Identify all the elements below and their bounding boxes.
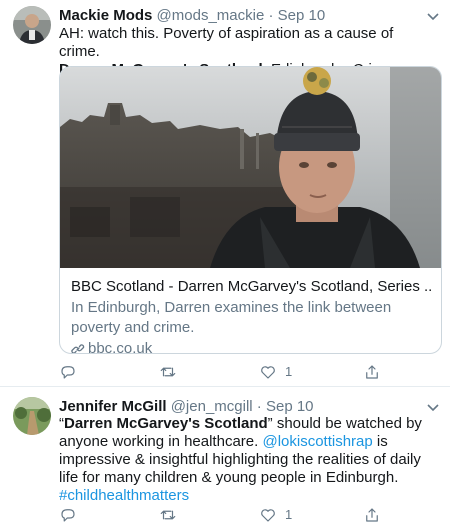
share-button[interactable]	[363, 362, 381, 382]
card-domain-text[interactable]: bbc.co.uk	[88, 339, 152, 353]
tweet-header: Jennifer McGill @jen_mcgill · Sep 10	[59, 397, 420, 417]
card-image[interactable]	[60, 67, 441, 268]
author-handle[interactable]: @jen_mcgill	[171, 398, 253, 415]
author-name[interactable]: Mackie Mods	[59, 7, 152, 24]
retweet-button[interactable]	[159, 505, 177, 525]
reply-icon	[61, 509, 75, 522]
tweet-text: “Darren McGarvey's Scotland” should be w…	[59, 415, 436, 505]
reply-button[interactable]	[59, 362, 77, 382]
like-icon	[261, 366, 275, 379]
chevron-down-icon[interactable]	[426, 9, 440, 23]
tweet-date[interactable]: Sep 10	[278, 7, 326, 24]
like-button[interactable]: 1	[259, 505, 292, 525]
card-title[interactable]: BBC Scotland - Darren McGarvey's Scotlan…	[71, 277, 431, 297]
tweet-date[interactable]: Sep 10	[266, 398, 314, 415]
share-icon	[366, 365, 378, 379]
card-body[interactable]: BBC Scotland - Darren McGarvey's Scotlan…	[71, 277, 431, 353]
avatar[interactable]	[13, 6, 51, 44]
link-card[interactable]: BBC Scotland - Darren McGarvey's Scotlan…	[59, 66, 442, 354]
retweet-icon	[160, 367, 176, 377]
tweet[interactable]: Jennifer McGill @jen_mcgill · Sep 10 “Da…	[0, 388, 450, 532]
tweet-actions: 1	[59, 505, 399, 525]
like-button[interactable]: 1	[259, 362, 292, 382]
share-icon	[366, 508, 378, 522]
tweet-actions: 1	[59, 362, 399, 382]
link-icon	[71, 344, 85, 353]
retweet-icon	[160, 510, 176, 520]
tweet-header: Mackie Mods @mods_mackie · Sep 10	[59, 6, 420, 26]
like-count: 1	[285, 507, 293, 522]
hashtag-link[interactable]: #childhealthmatters	[59, 487, 189, 504]
card-domain[interactable]: bbc.co.uk	[71, 339, 431, 353]
tweet-line: AH: watch this. Poverty of aspiration as…	[59, 25, 394, 60]
mention-link[interactable]: @lokiscottishrap	[262, 433, 372, 450]
card-description: In Edinburgh, Darren examines the link b…	[71, 299, 392, 336]
author-handle[interactable]: @mods_mackie	[157, 7, 265, 24]
separator: ·	[256, 398, 262, 415]
like-count: 1	[285, 364, 293, 379]
separator: ·	[268, 7, 274, 24]
reply-button[interactable]	[59, 505, 77, 525]
chevron-down-icon[interactable]	[426, 400, 440, 414]
like-icon	[261, 509, 275, 522]
share-button[interactable]	[363, 505, 381, 525]
avatar[interactable]	[13, 397, 51, 435]
author-name[interactable]: Jennifer McGill	[59, 398, 167, 415]
tweet[interactable]: Mackie Mods @mods_mackie · Sep 10 AH: wa…	[0, 0, 450, 387]
program-title: Darren McGarvey's Scotland	[64, 415, 268, 432]
reply-icon	[61, 366, 75, 379]
retweet-button[interactable]	[159, 362, 177, 382]
